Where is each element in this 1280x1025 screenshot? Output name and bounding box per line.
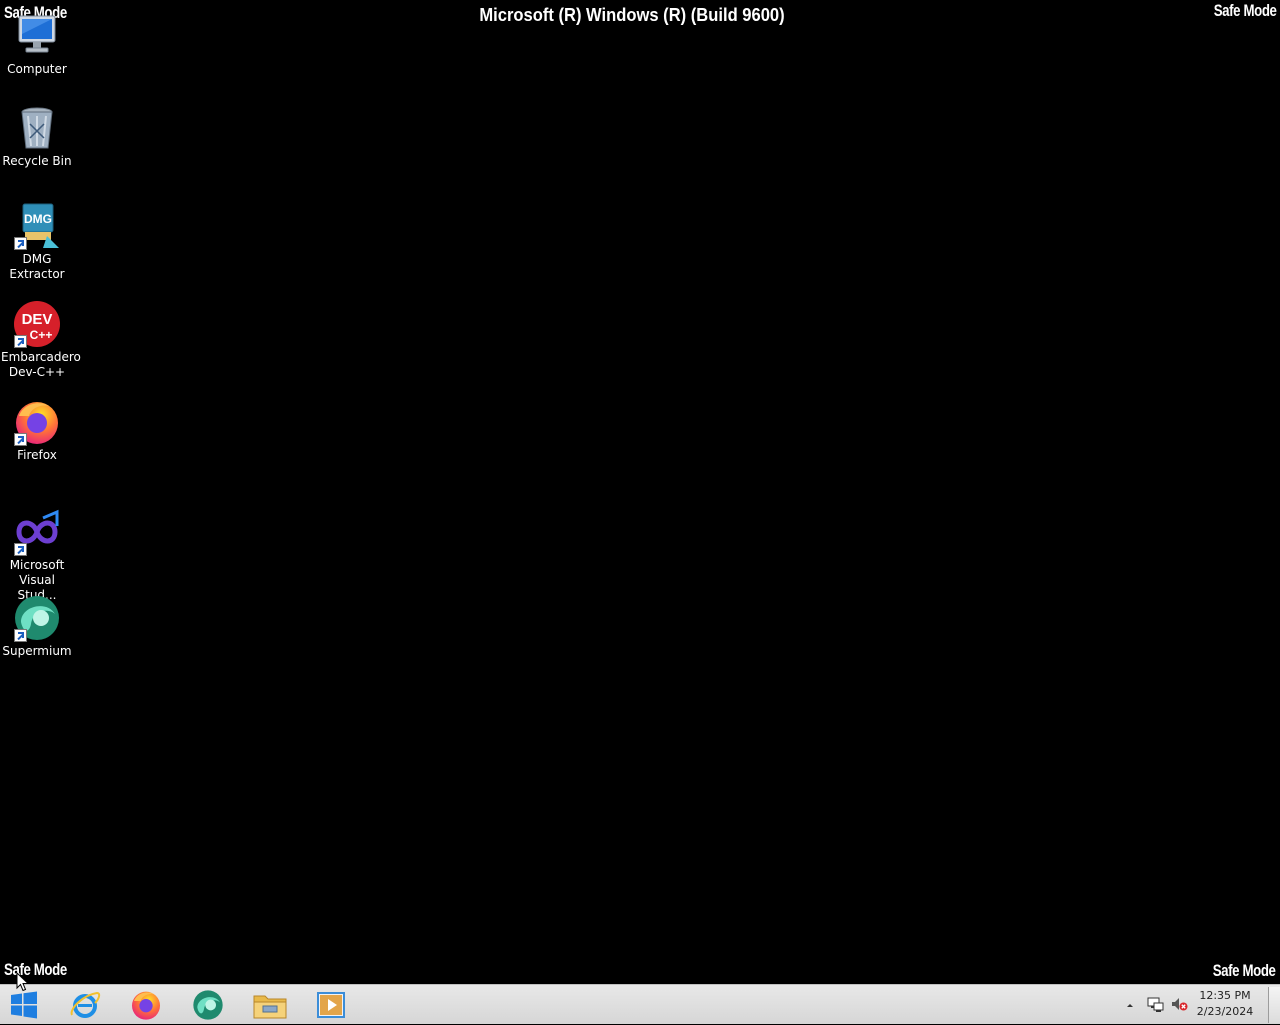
desktop-icon-label: Supermium (2, 644, 72, 658)
taskbar-media-player[interactable] (303, 987, 359, 1023)
visual-studio-icon (13, 508, 61, 556)
firefox-icon (132, 991, 160, 1020)
folder-icon (253, 995, 287, 1019)
supermium-icon (193, 990, 223, 1020)
windows-build-title: Microsoft (R) Windows (R) (Build 9600) (479, 5, 785, 25)
clock-date: 2/23/2024 (1196, 1005, 1254, 1018)
desktop-icon-label: Embarcadero Dev-C++ (1, 350, 81, 379)
desktop-icon-dmg-extractor[interactable]: DMG DMG Extractor (0, 202, 74, 282)
taskbar-file-explorer[interactable] (242, 987, 298, 1023)
internet-explorer-icon (70, 991, 101, 1018)
desktop-icon-recycle-bin[interactable]: Recycle Bin (0, 104, 74, 169)
computer-icon (13, 12, 61, 60)
desktop[interactable]: Safe Mode Safe Mode Microsoft (R) Window… (0, 0, 1280, 984)
taskbar-internet-explorer[interactable] (57, 987, 113, 1023)
chevron-up-icon[interactable] (1121, 996, 1139, 1014)
dev-badge-sub-text: C++ (30, 328, 53, 342)
shortcut-arrow-icon (14, 629, 27, 642)
desktop-icon-firefox[interactable]: Firefox (0, 398, 74, 463)
network-icon[interactable] (1146, 995, 1164, 1013)
taskbar: 12:35 PM 2/23/2024 (0, 984, 1280, 1024)
desktop-icon-dev-cpp[interactable]: DEV C++ Embarcadero Dev-C++ (0, 300, 81, 380)
shortcut-arrow-icon (14, 543, 27, 556)
safe-mode-watermark-bottom-left: Safe Mode (4, 960, 67, 979)
volume-muted-icon[interactable] (1170, 995, 1188, 1013)
desktop-icon-label: Firefox (17, 448, 57, 462)
dmg-extractor-icon: DMG (13, 202, 61, 250)
dev-badge-text: DEV (22, 311, 53, 328)
desktop-icon-label: Recycle Bin (2, 154, 72, 168)
dmg-badge-text: DMG (24, 212, 52, 226)
desktop-icon-label: DMG Extractor (9, 252, 65, 281)
show-desktop-button[interactable] (1268, 987, 1280, 1023)
shortcut-arrow-icon (14, 237, 27, 250)
mouse-cursor-icon (16, 971, 30, 996)
taskbar-firefox[interactable] (118, 987, 174, 1023)
desktop-icon-supermium[interactable]: Supermium (0, 594, 74, 659)
shortcut-arrow-icon (14, 335, 27, 348)
desktop-icon-visual-studio[interactable]: Microsoft Visual Stud... (0, 508, 74, 603)
safe-mode-watermark-bottom-right: Safe Mode (1213, 961, 1276, 980)
taskbar-supermium[interactable] (180, 987, 236, 1023)
system-tray: 12:35 PM 2/23/2024 (1080, 985, 1280, 1025)
supermium-icon (13, 594, 61, 642)
clock-time: 12:35 PM (1199, 989, 1251, 1002)
desktop-icon-computer[interactable]: Computer (0, 12, 74, 77)
dev-cpp-icon: DEV C++ (13, 300, 61, 348)
firefox-icon (13, 398, 61, 446)
media-player-icon (317, 992, 345, 1018)
shortcut-arrow-icon (14, 433, 27, 446)
taskbar-clock[interactable]: 12:35 PM 2/23/2024 (1192, 988, 1258, 1020)
desktop-icon-label: Computer (7, 62, 67, 76)
safe-mode-watermark-top-right: Safe Mode (1214, 1, 1277, 20)
recycle-bin-icon (13, 104, 61, 152)
